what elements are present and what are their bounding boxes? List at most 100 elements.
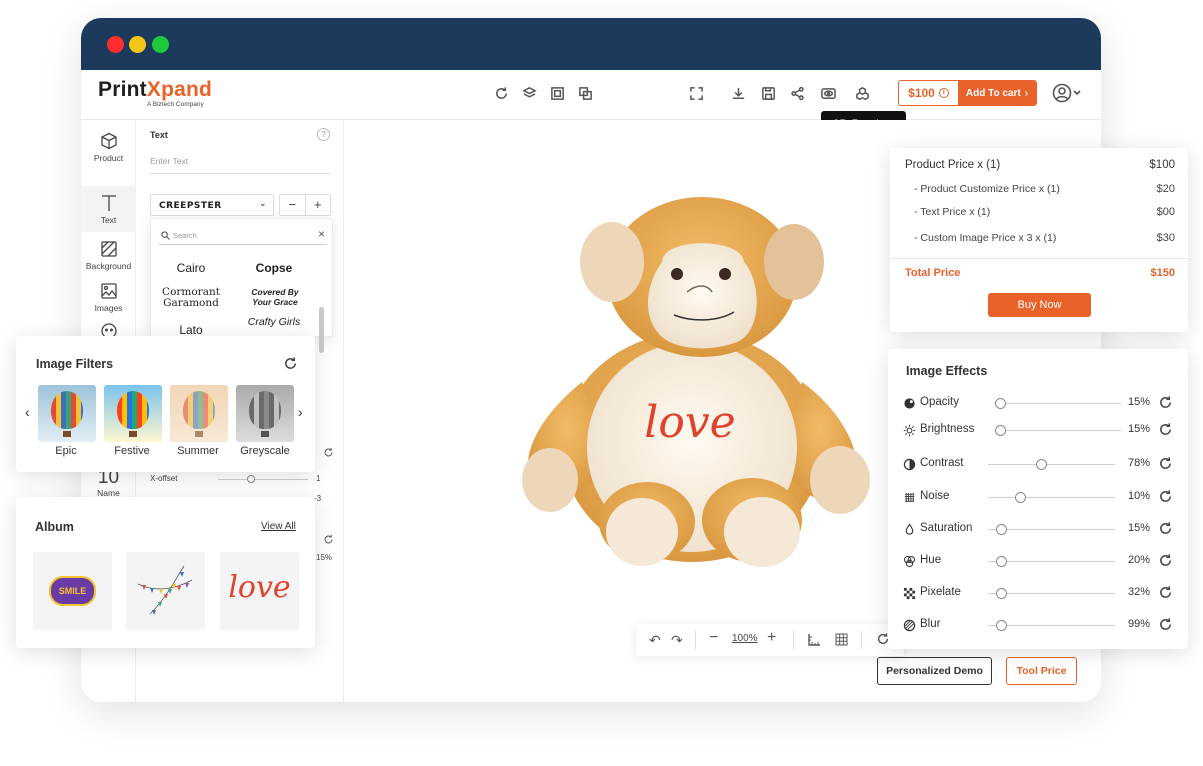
text-opacity-value: 15% <box>316 553 333 562</box>
grid-icon[interactable] <box>835 633 848 646</box>
preview-eye-icon[interactable] <box>819 84 837 102</box>
contrast-slider-track[interactable] <box>988 464 1115 465</box>
album-item-smile[interactable]: SMILE <box>33 552 112 630</box>
reset-hue-icon[interactable] <box>1158 553 1173 568</box>
effect-row-noise: Noise 10% <box>888 487 1188 507</box>
filter-thumb-summer[interactable] <box>170 385 228 442</box>
buy-now-button[interactable]: Buy Now <box>988 293 1091 317</box>
opacity-slider-track[interactable] <box>994 403 1121 404</box>
rail-item-images[interactable]: Images <box>81 282 136 313</box>
album-item-bunting[interactable] <box>126 552 205 630</box>
album-item-love[interactable]: love <box>220 552 299 630</box>
font-list-scrollbar[interactable] <box>319 307 324 353</box>
rail-item-text[interactable]: Text <box>81 186 136 232</box>
noise-slider-track[interactable] <box>988 497 1115 498</box>
font-option-cairo[interactable]: Cairo <box>161 261 221 275</box>
effect-name-opacity: Opacity <box>920 396 959 408</box>
brightness-slider-knob[interactable] <box>995 425 1006 436</box>
zoom-out-icon[interactable]: − <box>709 629 718 647</box>
download-icon[interactable] <box>729 84 747 102</box>
bring-front-icon[interactable] <box>548 84 566 102</box>
reset-pixelate-icon[interactable] <box>1158 585 1173 600</box>
reset-brightness-icon[interactable] <box>1158 422 1173 437</box>
reset-contrast-icon[interactable] <box>1158 456 1173 471</box>
rail-item-product[interactable]: Product <box>81 132 136 163</box>
chevron-right-icon[interactable]: › <box>298 404 303 420</box>
zoom-level[interactable]: 100% <box>732 633 758 644</box>
contrast-slider-knob[interactable] <box>1036 459 1047 470</box>
font-option-covered-by-your-grace[interactable]: Covered By Your Grace <box>243 287 307 307</box>
add-to-cart-button[interactable]: Add To cart › <box>958 81 1036 105</box>
saturation-slider-knob[interactable] <box>996 524 1007 535</box>
save-icon[interactable] <box>759 84 777 102</box>
font-option-crafty-girls[interactable]: Crafty Girls <box>246 317 302 337</box>
help-icon[interactable]: ? <box>317 128 330 141</box>
blur-slider-track[interactable] <box>988 625 1115 626</box>
chevron-left-icon[interactable]: ‹ <box>25 404 30 420</box>
pixelate-slider-knob[interactable] <box>996 588 1007 599</box>
pixelate-slider-track[interactable] <box>988 593 1115 594</box>
layers-icon[interactable] <box>520 84 538 102</box>
toolbar-divider <box>861 631 862 649</box>
redo-icon[interactable]: ↷ <box>671 632 683 649</box>
refresh-icon[interactable] <box>323 445 334 457</box>
reset-saturation-icon[interactable] <box>1158 521 1173 536</box>
font-option-copse[interactable]: Copse <box>244 261 304 275</box>
font-option-lato[interactable]: Lato <box>161 323 221 337</box>
view-all-link[interactable]: View All <box>261 521 296 532</box>
rail-label-images: Images <box>94 303 123 313</box>
x-offset-slider[interactable] <box>218 479 308 480</box>
background-icon <box>100 241 117 257</box>
love-print-text[interactable]: love <box>644 397 735 448</box>
close-icon[interactable]: × <box>318 227 325 241</box>
reset-blur-icon[interactable] <box>1158 617 1173 632</box>
saturation-slider-track[interactable] <box>988 529 1115 530</box>
maximize-window-dot[interactable] <box>152 36 169 53</box>
text-icon <box>101 195 116 211</box>
tool-price-button[interactable]: Tool Price <box>1006 657 1077 685</box>
brightness-slider-track[interactable] <box>994 430 1121 431</box>
rail-item-name[interactable]: 10 Name <box>81 468 136 499</box>
monkey-plush-image[interactable]: love <box>512 192 872 582</box>
share-icon[interactable] <box>788 84 806 102</box>
header-price[interactable]: $100 i <box>899 81 958 105</box>
font-option-cormorant[interactable]: Cormorant Garamond <box>159 287 223 309</box>
refresh-icon[interactable] <box>283 356 298 371</box>
reset-icon[interactable] <box>492 84 510 102</box>
effect-name-saturation: Saturation <box>920 522 973 534</box>
fullscreen-icon[interactable] <box>687 84 705 102</box>
rail-label-product: Product <box>93 153 124 163</box>
x-offset-knob[interactable] <box>247 475 255 483</box>
blur-slider-knob[interactable] <box>996 620 1007 631</box>
reset-opacity-icon[interactable] <box>1158 395 1173 410</box>
rail-item-background[interactable]: Background <box>81 240 136 271</box>
filter-thumb-epic[interactable] <box>38 385 96 442</box>
hue-slider-knob[interactable] <box>996 556 1007 567</box>
info-icon: i <box>938 88 949 98</box>
opacity-slider-knob[interactable] <box>995 398 1006 409</box>
brand-logo[interactable]: PrintXpand <box>98 78 212 102</box>
ruler-icon[interactable] <box>808 633 821 646</box>
font-search-input[interactable]: Search × <box>159 227 327 245</box>
noise-slider-knob[interactable] <box>1015 492 1026 503</box>
enter-text-input[interactable]: Enter Text <box>150 156 330 174</box>
hue-slider-track[interactable] <box>988 561 1115 562</box>
reset-noise-icon[interactable] <box>1158 489 1173 504</box>
user-avatar-icon[interactable] <box>1052 82 1082 104</box>
filter-label-summer: Summer <box>177 445 219 457</box>
increase-size-button[interactable]: + <box>306 195 331 215</box>
3d-preview-icon[interactable] <box>853 84 871 102</box>
font-select[interactable]: CREEPSTER ⌄ <box>150 194 274 216</box>
close-window-dot[interactable] <box>107 36 124 53</box>
undo-icon[interactable]: ↶ <box>649 632 661 649</box>
personalized-demo-button[interactable]: Personalized Demo <box>877 657 992 685</box>
zoom-in-icon[interactable]: + <box>767 629 776 647</box>
minimize-window-dot[interactable] <box>129 36 146 53</box>
filter-thumb-festive[interactable] <box>104 385 162 442</box>
send-back-icon[interactable] <box>576 84 594 102</box>
effect-row-hue: Hue 20% <box>888 551 1188 571</box>
effect-value-blur: 99% <box>1127 618 1150 630</box>
decrease-size-button[interactable]: − <box>280 195 306 215</box>
filter-thumb-greyscale[interactable] <box>236 385 294 442</box>
refresh-icon[interactable] <box>323 532 334 544</box>
